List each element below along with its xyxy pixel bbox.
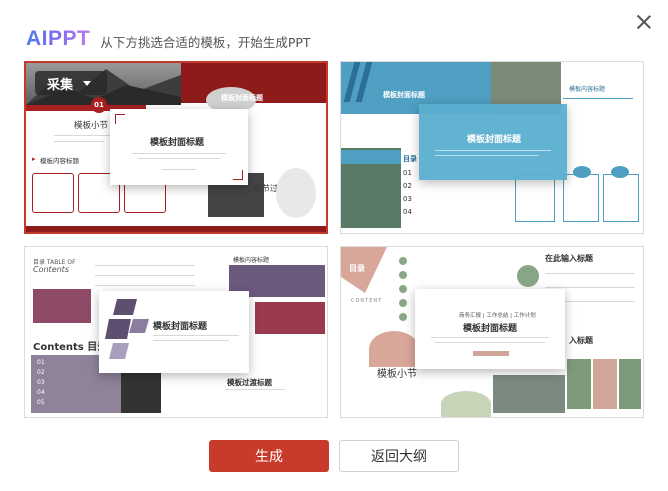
- content-title: 模板内容标题: [233, 257, 270, 264]
- photo-left: [33, 289, 91, 323]
- side-title: 入标题: [569, 336, 593, 345]
- cover-title: 模板封面标题: [150, 138, 205, 148]
- cover-title: 模板封面标题: [153, 322, 208, 332]
- dialog-header: AIPPT 从下方挑选合适的模板，开始生成PPT: [26, 26, 311, 52]
- flower-photo: [255, 302, 325, 334]
- toc-label: 目录: [403, 155, 417, 163]
- street-photo: [493, 375, 565, 413]
- toc-label: 目录: [349, 264, 365, 273]
- transition-title: 模板过渡标题: [227, 378, 272, 387]
- aippt-logo: AIPPT: [26, 27, 91, 50]
- cover-card: 商务汇报 | 工作总结 | 工作计划 模板封面标题: [415, 289, 565, 369]
- generate-button[interactable]: 生成: [209, 440, 329, 472]
- cover-subtitle: 商务汇报 | 工作总结 | 工作计划: [459, 313, 536, 319]
- section-label: 模板小节: [377, 369, 417, 380]
- template-card-teal[interactable]: 模板封面标题 模板内容标题 目录 01 02 03 04 模板封面标题: [340, 61, 644, 234]
- back-to-outline-button[interactable]: 返回大纲: [339, 440, 459, 472]
- content-en: CONTENT: [351, 298, 383, 304]
- cover-card: 模板封面标题: [99, 291, 249, 373]
- bg-cover-title: 模板封面标题: [383, 91, 425, 99]
- close-icon[interactable]: [634, 12, 654, 32]
- collect-dropdown[interactable]: 采集: [35, 71, 107, 95]
- contents-label: Contents 目录: [33, 342, 108, 353]
- cover-card: 模板封面标题: [419, 104, 567, 180]
- content-title: 模板内容标题: [40, 157, 79, 165]
- cover-card: 模板封面标题: [110, 109, 248, 185]
- bg-cover-title: 模板封面标题: [221, 94, 263, 102]
- template-card-purple[interactable]: 目录 TABLE OF Contents 模板内容标题 Contents 目录 …: [24, 246, 328, 418]
- input-title: 在此输入标题: [545, 254, 593, 263]
- cover-title: 模板封面标题: [463, 324, 518, 334]
- template-card-pink[interactable]: 目录 CONTENT 在此输入标题 模板小节 入标题 商务汇报 | 工作总结 |…: [340, 246, 644, 418]
- template-card-red[interactable]: 模板封面标题 模板小节 ▸ 模板内容标题 小节过渡标题 01 模板封面标题 采集: [24, 61, 328, 234]
- toc-italic: Contents: [33, 265, 69, 274]
- section-label: 模板小节: [74, 121, 109, 131]
- chevron-down-icon: [83, 80, 92, 86]
- collect-label: 采集: [47, 77, 74, 93]
- content-title: 模板内容标题: [569, 86, 606, 93]
- cover-title: 模板封面标题: [467, 135, 522, 145]
- dialog-subtitle: 从下方挑选合适的模板，开始生成PPT: [100, 34, 311, 50]
- number-badge: 01: [91, 97, 107, 113]
